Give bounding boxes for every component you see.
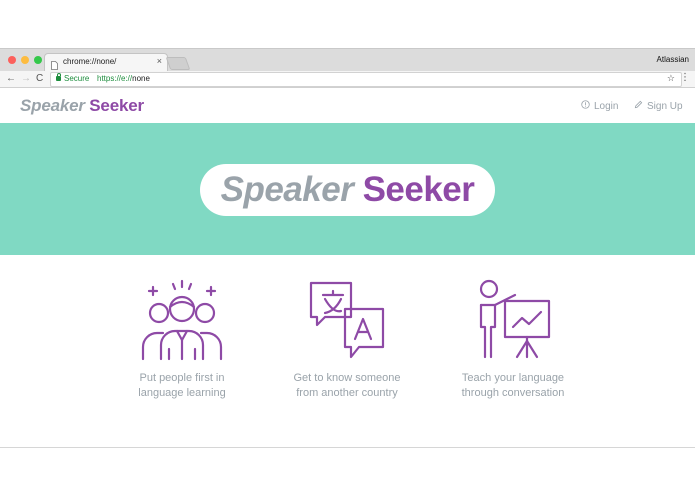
- close-window-button[interactable]: [8, 56, 16, 64]
- signup-link[interactable]: Sign Up: [634, 100, 683, 112]
- url-scheme: https://e://: [97, 74, 133, 83]
- login-icon: [581, 100, 590, 112]
- logo-part-speaker: Speaker: [20, 96, 85, 115]
- minimize-window-button[interactable]: [21, 56, 29, 64]
- feature-caption: Get to know someone from another country: [272, 371, 422, 401]
- new-tab-button[interactable]: [165, 57, 191, 70]
- reload-icon[interactable]: C: [36, 72, 43, 86]
- people-group-icon: [141, 279, 223, 361]
- back-icon[interactable]: ←: [6, 72, 16, 86]
- tab-close-icon[interactable]: ×: [157, 56, 162, 66]
- hero-banner: Speaker Seeker: [0, 123, 695, 255]
- logo-part-seeker: Seeker: [89, 96, 144, 115]
- feature-caption: Put people first in language learning: [107, 371, 257, 401]
- feature-caption-line: through conversation: [461, 387, 565, 399]
- site-header: Speaker Seeker Login Sign Up: [0, 88, 695, 123]
- hero-title-speaker: Speaker: [220, 170, 354, 209]
- url-rest: none: [132, 74, 150, 83]
- lock-icon: [56, 73, 61, 81]
- browser-toolbar: ← → C Secure https://e://none ☆: [0, 71, 695, 88]
- maximize-window-button[interactable]: [34, 56, 42, 64]
- pencil-icon: [634, 100, 643, 112]
- feature-teach-language: Teach your language through conversation: [438, 279, 588, 401]
- teacher-presentation-icon: [479, 279, 551, 359]
- tab-title: chrome://none/: [63, 57, 117, 66]
- tab-active[interactable]: chrome://none/ ×: [44, 53, 168, 72]
- browser-menu-icon[interactable]: ⋮: [680, 72, 690, 83]
- feature-caption-line: Get to know someone: [293, 372, 401, 384]
- bookmark-star-icon[interactable]: ☆: [667, 73, 675, 84]
- login-link[interactable]: Login: [581, 100, 618, 112]
- secure-label: Secure: [64, 74, 90, 83]
- address-bar[interactable]: Secure https://e://none ☆: [50, 72, 682, 87]
- feature-caption-line: Teach your language: [461, 372, 565, 384]
- signup-label: Sign Up: [647, 100, 683, 112]
- hero-title-pill: Speaker Seeker: [200, 164, 495, 216]
- window-controls: [8, 56, 42, 64]
- feature-caption-line: Put people first in: [139, 372, 225, 384]
- profile-name[interactable]: Atlassian: [657, 55, 689, 64]
- url-text[interactable]: https://e://none: [97, 74, 150, 83]
- hero-title-seeker: Seeker: [362, 170, 475, 209]
- feature-people-first: Put people first in language learning: [107, 279, 257, 401]
- site-logo[interactable]: Speaker Seeker: [20, 96, 144, 116]
- tab-strip: chrome://none/ × Atlassian: [0, 49, 695, 72]
- forward-icon[interactable]: →: [21, 72, 31, 86]
- login-label: Login: [594, 100, 619, 112]
- feature-caption: Teach your language through conversation: [438, 371, 588, 401]
- feature-meet-someone: Get to know someone from another country: [272, 279, 422, 401]
- browser-window: chrome://none/ × Atlassian ← → C Secure …: [0, 48, 695, 448]
- feature-caption-line: from another country: [296, 387, 398, 399]
- translate-icon: [309, 281, 385, 359]
- hero-title: Speaker Seeker: [200, 164, 495, 216]
- feature-caption-line: language learning: [138, 387, 226, 399]
